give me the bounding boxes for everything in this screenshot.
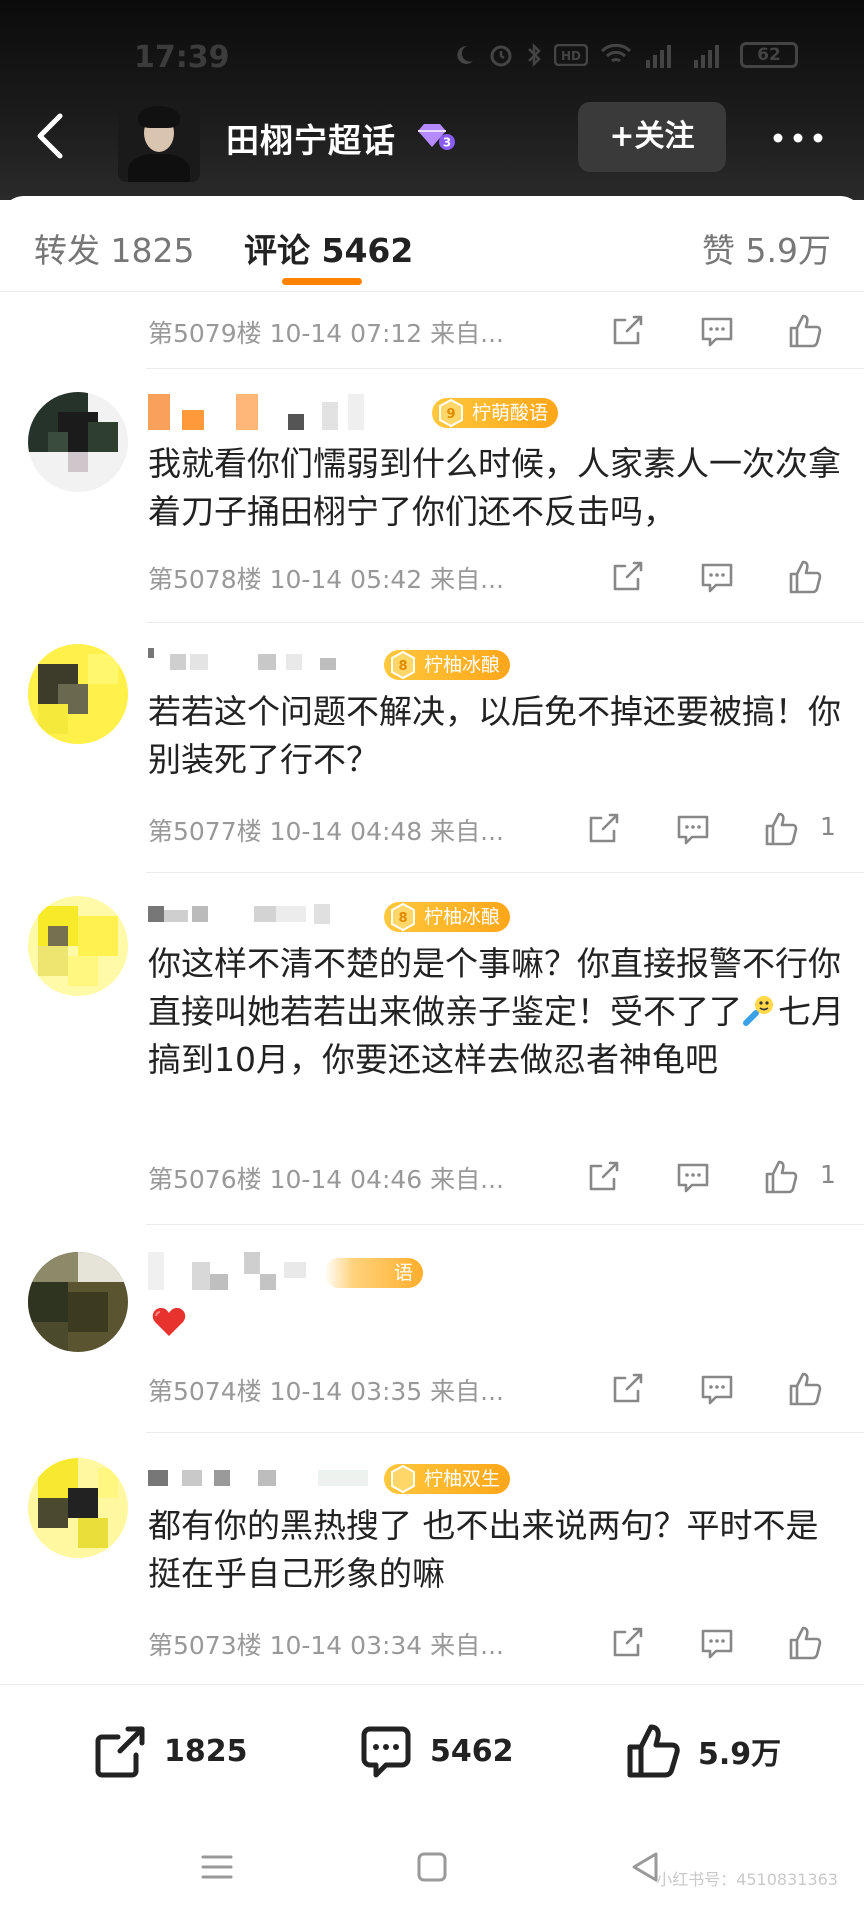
- like-icon[interactable]: [786, 312, 824, 350]
- svg-text:HD: HD: [561, 49, 581, 63]
- comment-meta-row: 第5073楼 10-14 03:34 来自...: [148, 1618, 848, 1668]
- comment-meta: 第5076楼 10-14 04:46 来自...: [148, 1165, 504, 1194]
- user-avatar[interactable]: [28, 896, 128, 996]
- diamond-level-badge-icon: 3: [418, 124, 455, 150]
- system-navigation-bar: 小红书号：4510831363: [0, 1816, 864, 1920]
- fan-medal-badge: 柠柚双生: [384, 1464, 511, 1494]
- comment-meta: 第5078楼 10-14 05:42 来自...: [148, 565, 504, 594]
- repost-icon[interactable]: [584, 1158, 622, 1196]
- comment-icon[interactable]: [698, 1370, 736, 1408]
- repost-icon[interactable]: [608, 1624, 646, 1662]
- back-arrow-icon[interactable]: [26, 108, 76, 164]
- comment-icon[interactable]: [698, 312, 736, 350]
- comment-text: 我就看你们懦弱到什么时候，人家素人一次次拿着刀子捅田栩宁了你们还不反击吗，: [148, 444, 841, 531]
- fan-medal-badge: 8 柠柚冰酿: [384, 650, 511, 680]
- comment-icon[interactable]: [698, 558, 736, 596]
- divider: [146, 1432, 864, 1433]
- menu-icon[interactable]: [200, 1850, 234, 1884]
- battery-icon: 62: [740, 42, 798, 68]
- repost-icon[interactable]: [608, 1370, 646, 1408]
- comment-meta: 第5079楼 10-14 07:12 来自...: [148, 319, 504, 348]
- like-icon: [627, 1724, 680, 1778]
- fan-medal-badge: 语: [324, 1258, 424, 1288]
- user-avatar[interactable]: [28, 1252, 128, 1352]
- status-bar: 17:39 HD 62: [0, 38, 864, 78]
- like-icon[interactable]: [786, 1370, 824, 1408]
- repost-icon[interactable]: [584, 810, 622, 848]
- comment-meta: 第5074楼 10-14 03:35 来自...: [148, 1377, 504, 1406]
- watermark-text: 小红书号：4510831363: [656, 1870, 838, 1889]
- tab-likes[interactable]: 赞 5.9万: [702, 224, 831, 272]
- hd-icon: HD: [554, 44, 588, 66]
- tab-bar: 转发 1825 评论 5462 赞 5.9万: [0, 196, 864, 292]
- comment-icon[interactable]: [674, 810, 712, 848]
- page-title[interactable]: 田栩宁超话: [226, 114, 396, 162]
- comment-text: 你这样不清不楚的是个事嘛？你直接报警不行你直接叫她若若出来做亲子鉴定！受不了了七…: [148, 944, 844, 1079]
- repost-icon: [95, 1726, 145, 1778]
- comment-text: 若若这个问题不解决，以后免不掉还要被搞！你别装死了行不？: [148, 692, 841, 779]
- bluetooth-icon: [528, 42, 541, 68]
- comment-meta-row: 第5079楼 10-14 07:12 来自...: [148, 306, 848, 356]
- more-options-icon[interactable]: [768, 118, 828, 158]
- like-button[interactable]: 5.9万: [624, 1721, 781, 1781]
- svg-text:3: 3: [443, 136, 451, 150]
- comment-meta: 第5077楼 10-14 04:48 来自...: [148, 817, 504, 846]
- tab-repost[interactable]: 转发 1825: [34, 224, 194, 272]
- content-card: 转发 1825 评论 5462 赞 5.9万 第5079楼 10-14 07:1…: [0, 196, 864, 1920]
- like-icon[interactable]: [762, 1158, 800, 1196]
- fan-medal-badge: 8 柠柚冰酿: [384, 902, 511, 932]
- svg-text:8: 8: [398, 659, 407, 674]
- svg-text:9: 9: [446, 407, 455, 422]
- comment-icon: [361, 1726, 411, 1778]
- top-header: 17:39 HD 62 田栩宁超话 3 +关注: [0, 0, 864, 200]
- follow-button[interactable]: +关注: [578, 102, 726, 172]
- comment-meta-row: 第5077楼 10-14 04:48 来自... 1: [148, 804, 848, 854]
- divider: [146, 622, 864, 623]
- user-avatar[interactable]: [28, 392, 128, 492]
- comment-icon[interactable]: [674, 1158, 712, 1196]
- comment-meta: 第5073楼 10-14 03:34 来自...: [148, 1631, 504, 1660]
- comment-icon[interactable]: [698, 1624, 736, 1662]
- repost-icon[interactable]: [608, 312, 646, 350]
- supertopic-avatar[interactable]: [118, 100, 200, 182]
- repost-icon[interactable]: [608, 558, 646, 596]
- like-icon[interactable]: [786, 558, 824, 596]
- status-icons: HD 62: [452, 42, 798, 68]
- like-icon[interactable]: [762, 810, 800, 848]
- bottom-action-bar: 1825 5462 5.9万: [0, 1684, 864, 1816]
- tab-comments[interactable]: 评论 5462: [244, 224, 413, 272]
- comment-meta-row: 第5078楼 10-14 05:42 来自...: [148, 552, 848, 602]
- status-time: 17:39: [134, 40, 230, 75]
- fan-medal-badge: 9 柠萌酸语: [432, 398, 559, 428]
- divider: [146, 368, 864, 369]
- svg-text:8: 8: [398, 911, 407, 926]
- divider: [146, 872, 864, 873]
- active-tab-indicator: [282, 278, 362, 285]
- comment-button[interactable]: 5462: [356, 1721, 514, 1781]
- like-count: 1: [820, 1160, 836, 1189]
- doge-emoji-icon: [743, 996, 773, 1026]
- alarm-icon: [490, 45, 512, 67]
- divider: [146, 1224, 864, 1225]
- wifi-icon: [600, 43, 632, 63]
- comment-text: 都有你的黑热搜了 也不出来说两句？平时不是挺在乎自己形象的嘛: [148, 1506, 819, 1593]
- nav-row: 田栩宁超话 3 +关注: [0, 90, 864, 182]
- user-avatar[interactable]: [28, 1458, 128, 1558]
- comment-meta-row: 第5076楼 10-14 04:46 来自... 1: [148, 1152, 848, 1202]
- home-square-icon[interactable]: [415, 1850, 449, 1884]
- signal-5g-icon: [646, 45, 671, 68]
- like-count: 1: [820, 812, 836, 841]
- dnd-moon-icon: [457, 45, 473, 64]
- repost-button[interactable]: 1825: [90, 1721, 248, 1781]
- signal-5g-icon-2: [694, 45, 719, 68]
- like-icon[interactable]: [786, 1624, 824, 1662]
- comment-meta-row: 第5074楼 10-14 03:35 来自...: [148, 1364, 848, 1414]
- user-avatar[interactable]: [28, 644, 128, 744]
- heart-emoji-icon: [152, 1308, 186, 1336]
